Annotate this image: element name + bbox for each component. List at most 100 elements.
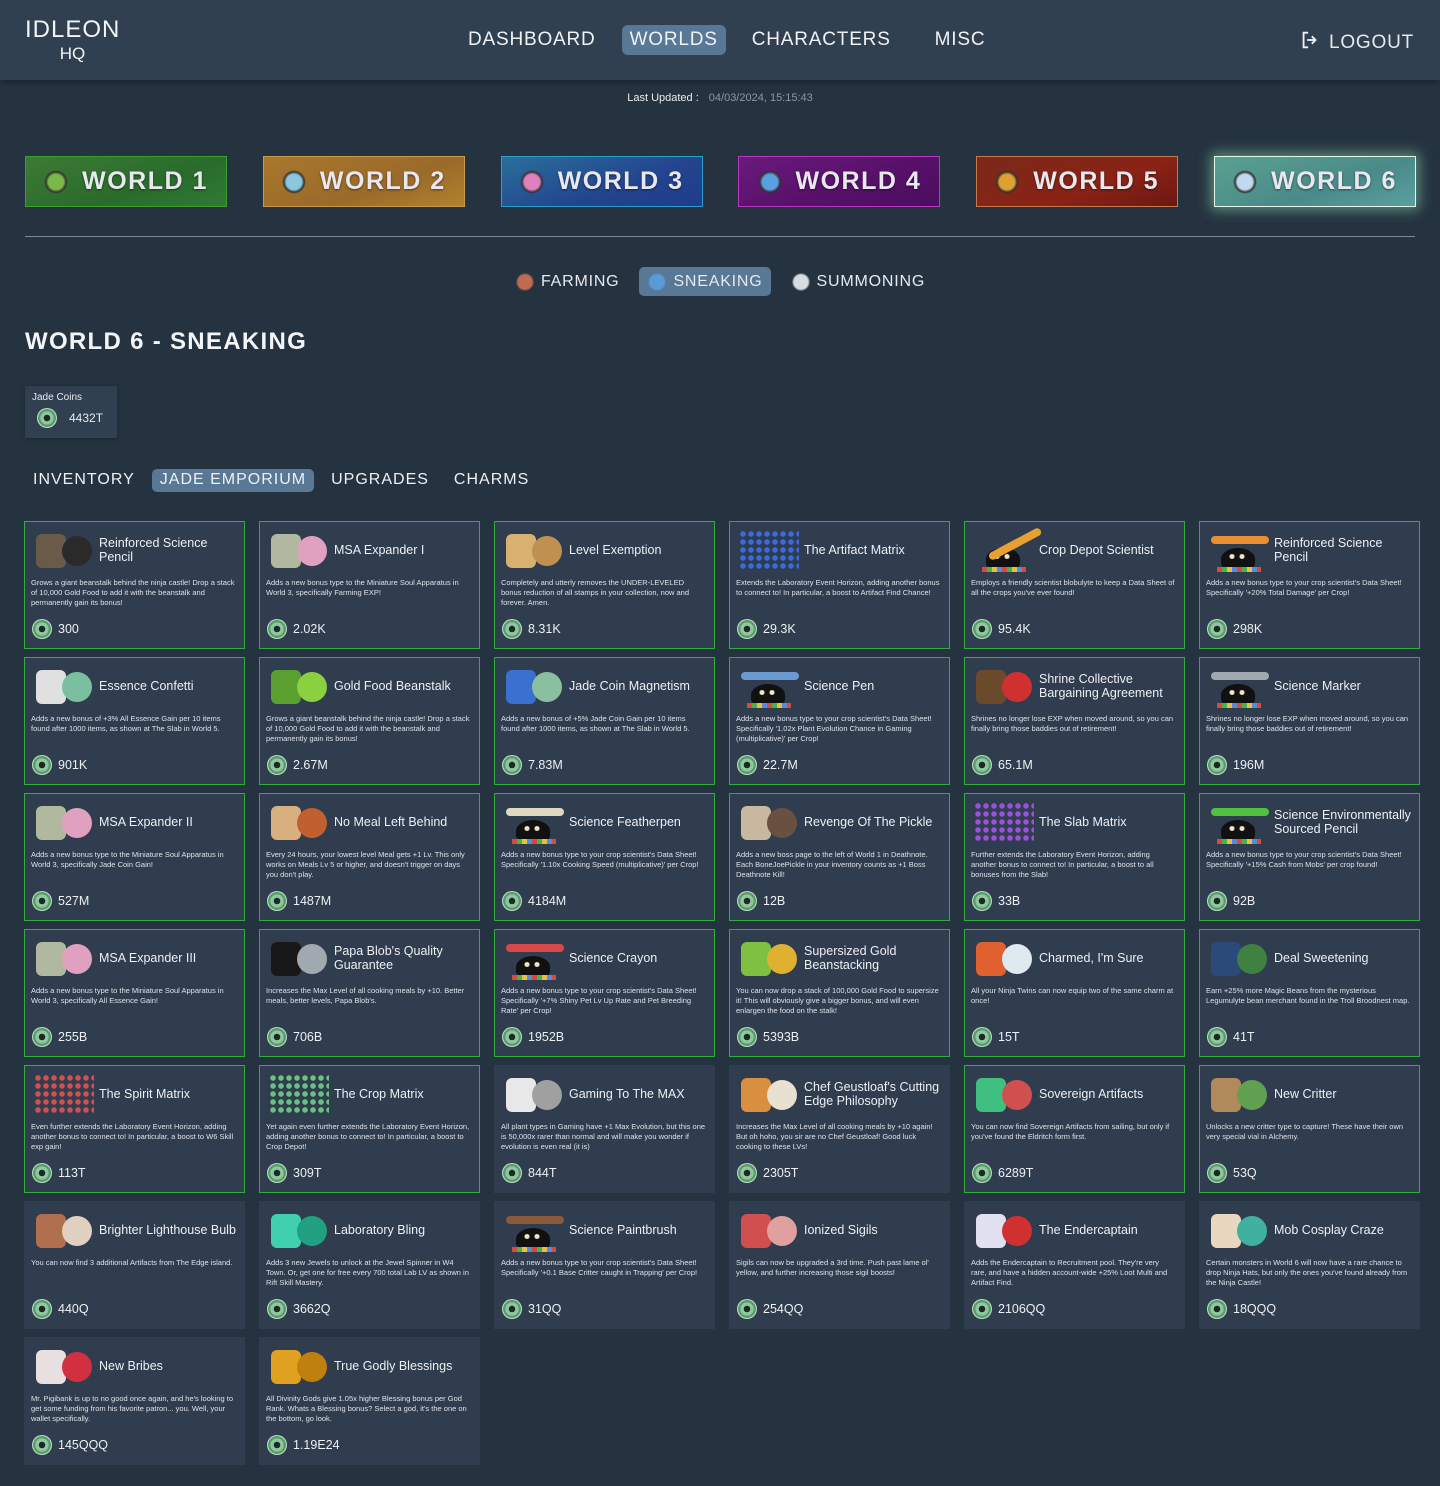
item-name: Deal Sweetening [1274,951,1369,965]
emporium-item[interactable]: Science Crayon Adds a new bonus type to y… [494,929,715,1057]
emporium-item[interactable]: Gaming To The MAX All plant types in Gami… [494,1065,715,1193]
item-price: 18QQQ [1207,1299,1276,1319]
emporium-item[interactable]: Laboratory Bling Adds 3 new Jewels to unl… [259,1201,480,1329]
item-price-value: 844T [528,1166,557,1180]
tab-farming[interactable]: FARMING [507,267,628,296]
jade-coin-icon [1207,1299,1227,1319]
nav-misc[interactable]: MISC [927,25,994,55]
item-description: Adds a new bonus of +3% All Essence Gain… [31,714,221,733]
jade-coin-icon [502,1163,522,1183]
item-name: Level Exemption [569,543,662,557]
emporium-item[interactable]: MSA Expander II Adds a new bonus type to … [24,793,245,921]
nav-characters[interactable]: CHARACTERS [744,25,899,55]
sneaking-castle-icon [32,528,98,572]
item-price-value: 53Q [1233,1166,1257,1180]
item-header: New Bribes [32,1344,238,1388]
world-5-icon [995,169,1020,194]
item-price-value: 8.31K [528,622,561,636]
item-description: Adds a new bonus type to the Miniature S… [31,850,224,869]
emporium-item[interactable]: Science Environmentally Sourced Pencil Ad… [1199,793,1420,921]
emporium-item[interactable]: True Godly Blessings All Divinity Gods gi… [259,1337,480,1465]
world-tab-1[interactable]: WORLD 1 [25,156,227,207]
tab-sneaking[interactable]: SNEAKING [639,267,771,296]
emporium-item[interactable]: The Artifact Matrix Extends the Laborator… [729,521,950,649]
emporium-item[interactable]: The Slab Matrix Further extends the Labor… [964,793,1185,921]
item-description: Adds a new bonus type to your crop scien… [501,850,699,869]
item-price-value: 18QQQ [1233,1302,1277,1316]
item-description: All Divinity Gods give 1.05x higher Bles… [266,1394,467,1423]
emporium-item[interactable]: Essence Confetti Adds a new bonus of +3% … [24,657,245,785]
item-price-value: 41T [1233,1030,1255,1044]
emporium-item[interactable]: Papa Blob's Quality Guarantee Increases t… [259,929,480,1057]
jade-coin-icon [972,1299,992,1319]
tab-inventory[interactable]: INVENTORY [25,469,143,492]
item-price-value: 12B [763,894,786,908]
item-header: Revenge Of The Pickle [737,800,943,844]
emporium-item[interactable]: Mob Cosplay Craze Certain monsters in Wor… [1199,1201,1420,1329]
item-name: Gaming To The MAX [569,1087,685,1101]
emporium-item[interactable]: Deal Sweetening Earn +25% more Magic Bean… [1199,929,1420,1057]
world-tab-4[interactable]: WORLD 4 [738,156,941,207]
emporium-item[interactable]: Sovereign Artifacts You can now find Sove… [964,1065,1185,1193]
tab-summoning[interactable]: SUMMONING [783,267,934,296]
emporium-item[interactable]: The Crop Matrix Yet again even further ex… [259,1065,480,1193]
emporium-item[interactable]: Level Exemption Completely and utterly re… [494,521,715,649]
emporium-item[interactable]: Reinforced Science Pencil Grows a giant b… [24,521,245,649]
emporium-item[interactable]: Reinforced Science Pencil Adds a new bonu… [1199,521,1420,649]
emporium-item[interactable]: Charmed, I'm Sure All your Ninja Twins ca… [964,929,1185,1057]
item-price-value: 3662Q [293,1302,331,1316]
nav-worlds[interactable]: WORLDS [621,25,726,55]
last-updated: Last Updated : 04/03/2024, 15:15:43 [0,92,1440,104]
world-tab-3[interactable]: WORLD 3 [500,156,703,207]
scientist-pencil-icon [972,526,1043,572]
item-name: No Meal Left Behind [334,815,448,829]
emporium-item[interactable]: The Endercaptain Adds the Endercaptain to… [964,1201,1185,1329]
emporium-item[interactable]: Ionized Sigils Sigils can now be upgraded… [729,1201,950,1329]
emporium-item[interactable]: Science Marker Shrines no longer lose EXP… [1199,657,1420,785]
emporium-item[interactable]: Gold Food Beanstalk Grows a giant beansta… [259,657,480,785]
nav-dashboard[interactable]: DASHBOARD [460,25,604,55]
msa-icon [267,528,333,572]
item-header: Deal Sweetening [1207,936,1413,980]
world-tab-5[interactable]: WORLD 5 [976,156,1179,207]
emporium-item[interactable]: Revenge Of The Pickle Adds a new boss pag… [729,793,950,921]
emporium-item[interactable]: Brighter Lighthouse Bulb You can now find… [24,1201,245,1329]
emporium-item[interactable]: New Bribes Mr. Pigibank is up to no good … [24,1337,245,1465]
emporium-item[interactable]: Chef Geustloaf's Cutting Edge Philosophy… [729,1065,950,1193]
emporium-item[interactable]: New Critter Unlocks a new critter type to… [1199,1065,1420,1193]
world-tab-2[interactable]: WORLD 2 [262,156,465,207]
emporium-item[interactable]: Crop Depot Scientist Employs a friendly s… [964,521,1185,649]
emporium-item[interactable]: Shrine Collective Bargaining Agreement Sh… [964,657,1185,785]
emporium-item[interactable]: Science Paintbrush Adds a new bonus type … [494,1201,715,1329]
emporium-item[interactable]: The Spirit Matrix Even further extends th… [24,1065,245,1193]
emporium-item[interactable]: MSA Expander III Adds a new bonus type to… [24,929,245,1057]
emporium-item[interactable]: Supersized Gold Beanstacking You can now … [729,929,950,1057]
item-name: True Godly Blessings [334,1359,453,1373]
item-description: Adds a new bonus of +5% Jade Coin Gain p… [501,714,690,733]
scroll-icon [502,528,568,572]
item-price: 298K [1207,619,1262,639]
emporium-item[interactable]: Jade Coin Magnetism Adds a new bonus of +… [494,657,715,785]
item-price-value: 65.1M [998,758,1033,772]
item-price: 2.67M [267,755,328,775]
item-header: Supersized Gold Beanstacking [737,936,943,980]
logo[interactable]: IDLEON HQ [25,18,120,63]
emporium-item[interactable]: Science Featherpen Adds a new bonus type … [494,793,715,921]
emporium-item[interactable]: No Meal Left Behind Every 24 hours, your … [259,793,480,921]
tab-jade-emporium[interactable]: JADE EMPORIUM [151,469,315,492]
jade-emporium-grid: Reinforced Science Pencil Grows a giant b… [24,521,1420,1465]
tab-upgrades[interactable]: UPGRADES [323,469,437,492]
emporium-item[interactable]: MSA Expander I Adds a new bonus type to t… [259,521,480,649]
tab-charms[interactable]: CHARMS [446,469,537,492]
world-tab-6[interactable]: WORLD 6 [1213,156,1416,207]
emporium-item[interactable]: Science Pen Adds a new bonus type to your… [729,657,950,785]
section-tabs: INVENTORY JADE EMPORIUM UPGRADES CHARMS [25,469,537,492]
logout-button[interactable]: LOGOUT [1299,29,1414,57]
item-header: MSA Expander III [32,936,238,980]
item-price: 706B [267,1027,322,1047]
world-tab-label: WORLD 3 [557,167,684,195]
jade-coin-icon [32,619,52,639]
item-price-value: 145QQQ [58,1438,109,1452]
world-tab-label: WORLD 2 [319,167,446,195]
jade-coin-icon [32,891,52,911]
